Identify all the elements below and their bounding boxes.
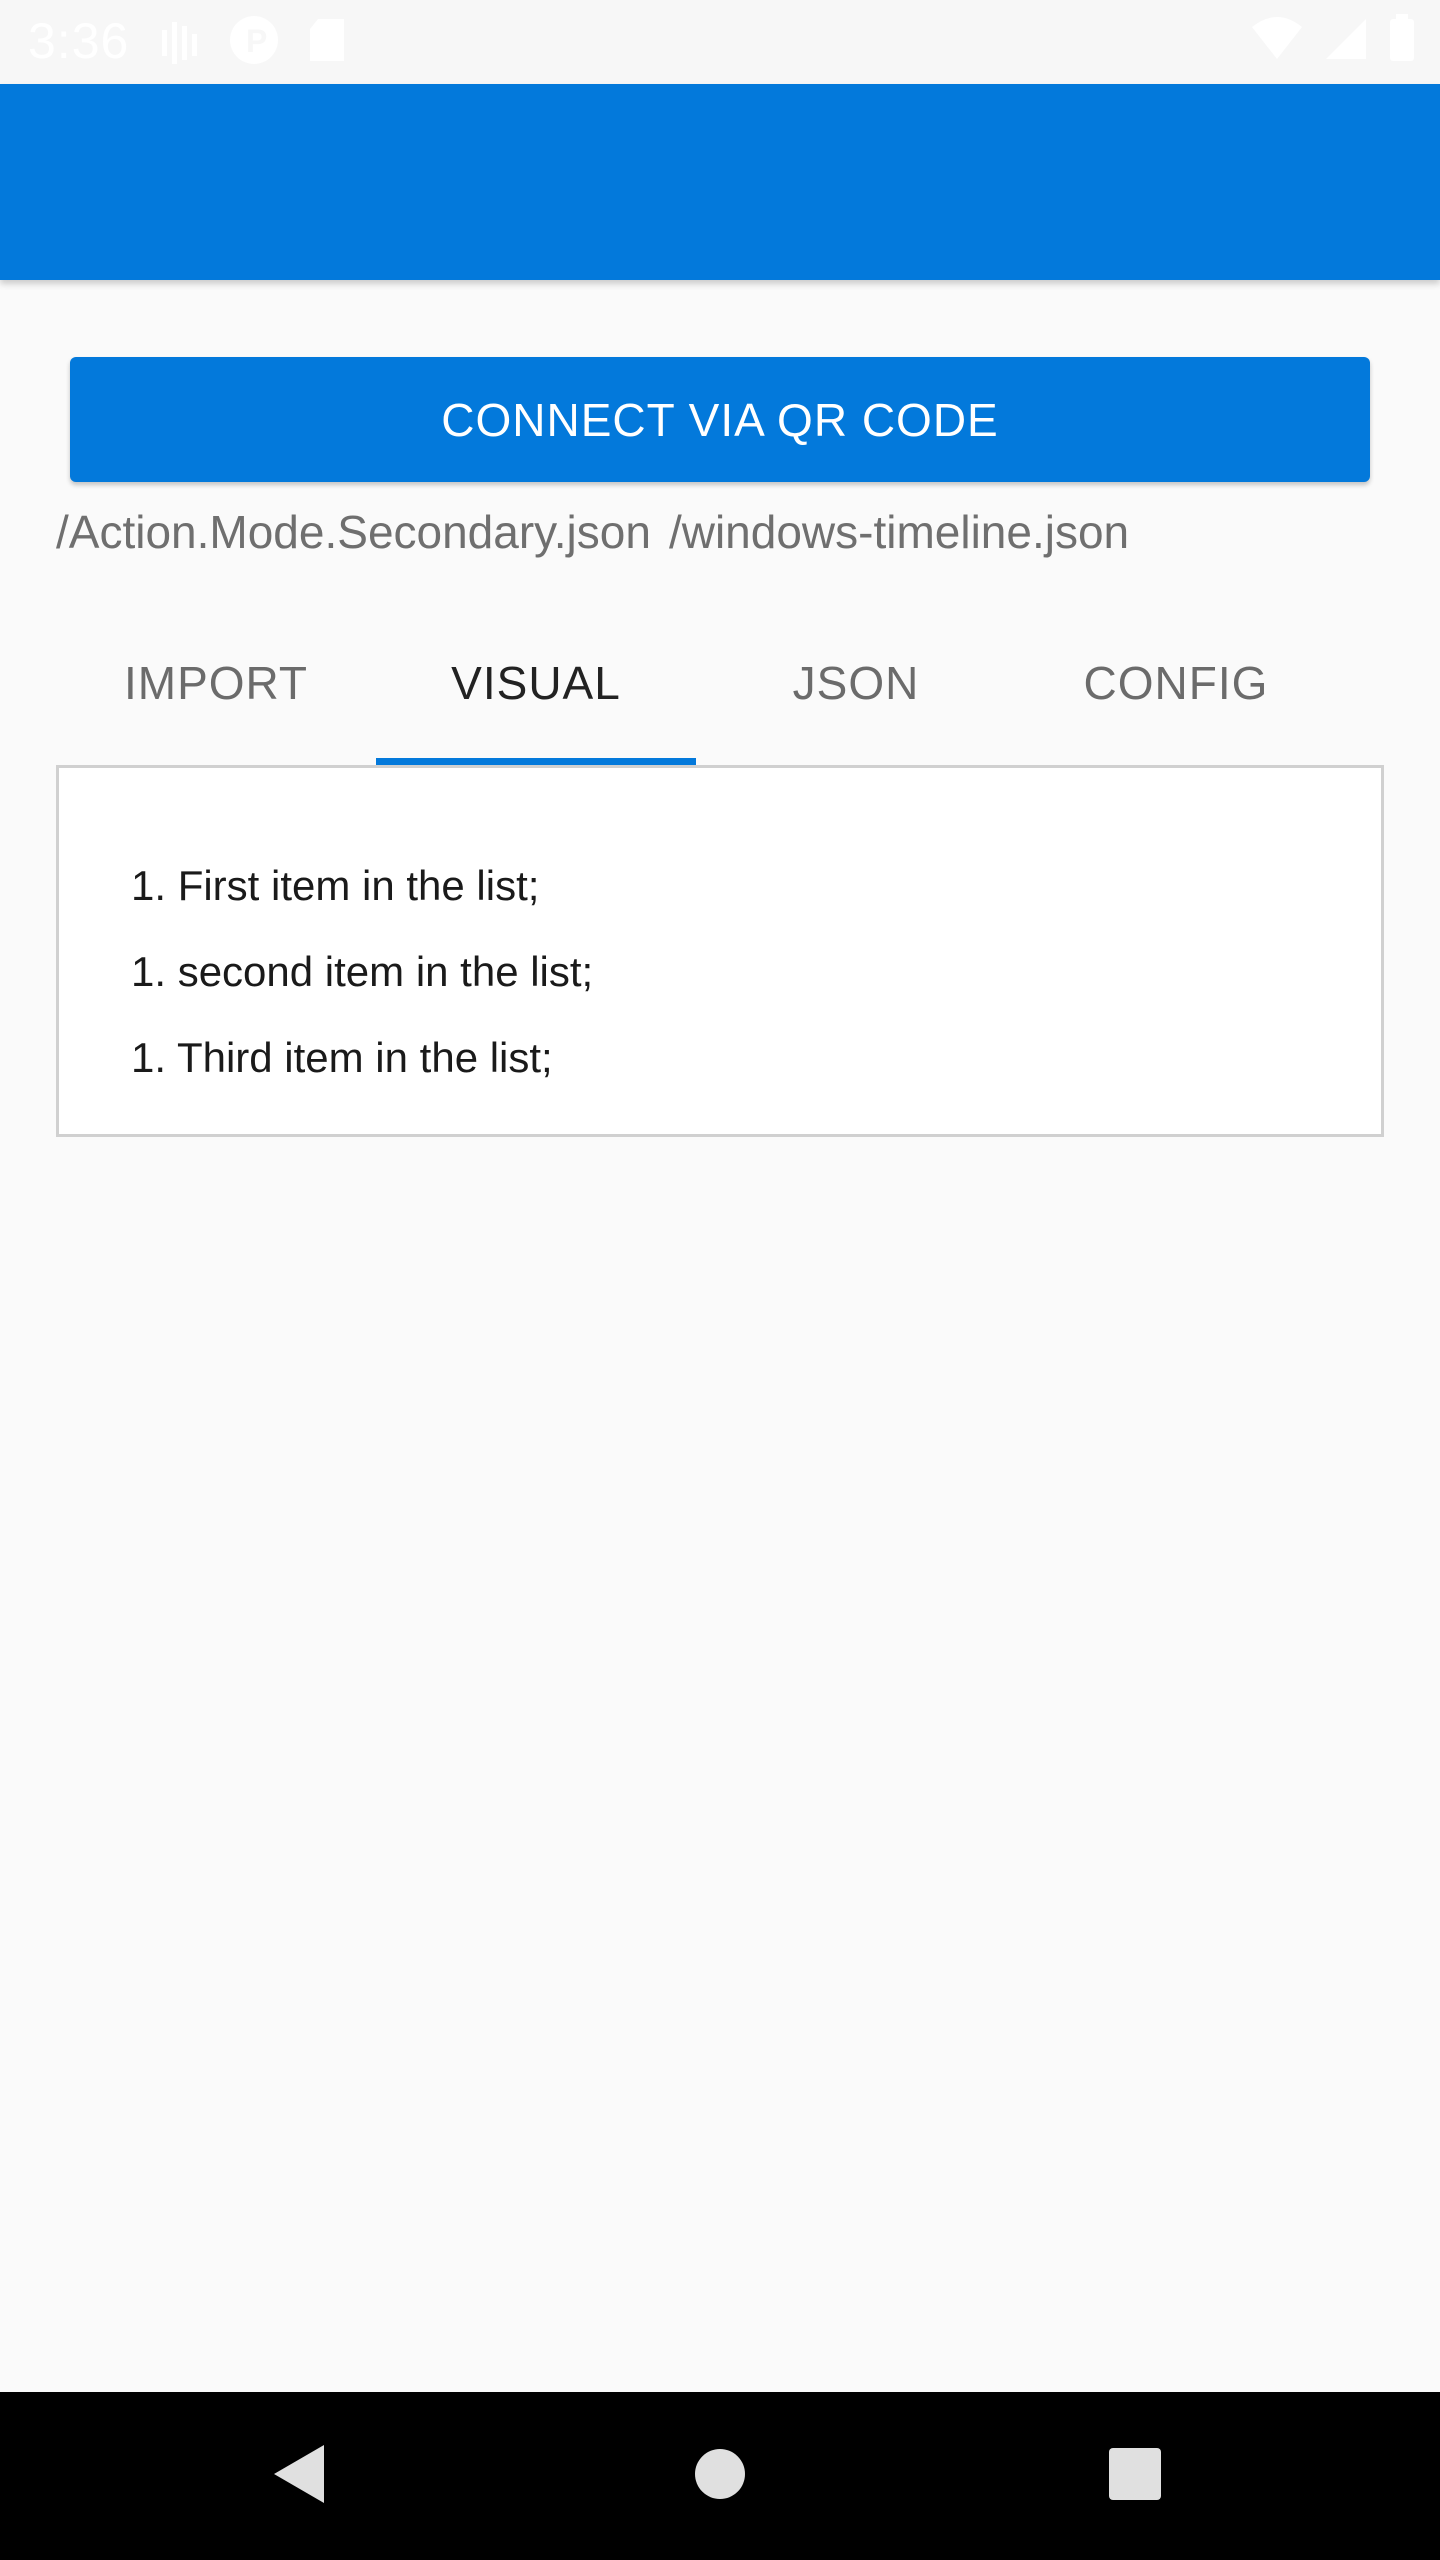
connect-via-qr-code-button[interactable]: CONNECT VIA QR CODE [70, 357, 1370, 482]
p-badge-icon: P [228, 14, 280, 71]
list-item: 1. First item in the list; [131, 862, 540, 909]
wifi-icon [1250, 15, 1304, 66]
tab-visual[interactable]: VISUAL [376, 600, 696, 765]
list-item: 1. Third item in the list; [131, 1034, 553, 1081]
signal-bars-icon [160, 16, 200, 69]
list-item: 1. second item in the list; [131, 948, 594, 995]
visual-preview-card: 1. First item in the list; 1. second ite… [56, 765, 1384, 1137]
file-path-link[interactable]: /windows-timeline.json [669, 505, 1129, 559]
tab-bar: IMPORT VISUAL JSON CONFIG [56, 600, 1376, 765]
home-icon [693, 2447, 747, 2506]
cell-signal-icon [1324, 15, 1368, 66]
home-button[interactable] [640, 2392, 800, 2560]
recents-icon [1108, 2447, 1162, 2506]
tab-config[interactable]: CONFIG [1016, 600, 1336, 765]
battery-icon [1388, 14, 1416, 67]
file-paths: /Action.Mode.Secondary.json /windows-tim… [56, 505, 1129, 559]
back-icon [272, 2443, 328, 2510]
ordered-list: 1. First item in the list; 1. second ite… [131, 843, 593, 1101]
app-bar [0, 84, 1440, 280]
svg-text:P: P [246, 23, 267, 59]
file-path-link[interactable]: /Action.Mode.Secondary.json [56, 505, 651, 559]
tab-json[interactable]: JSON [696, 600, 1016, 765]
status-time: 3:36 [28, 13, 130, 69]
sd-card-icon [308, 17, 346, 68]
recents-button[interactable] [1055, 2392, 1215, 2560]
status-bar: 3:36 P [0, 0, 1440, 84]
tab-import[interactable]: IMPORT [56, 600, 376, 765]
back-button[interactable] [220, 2392, 380, 2560]
navigation-bar [0, 2392, 1440, 2560]
